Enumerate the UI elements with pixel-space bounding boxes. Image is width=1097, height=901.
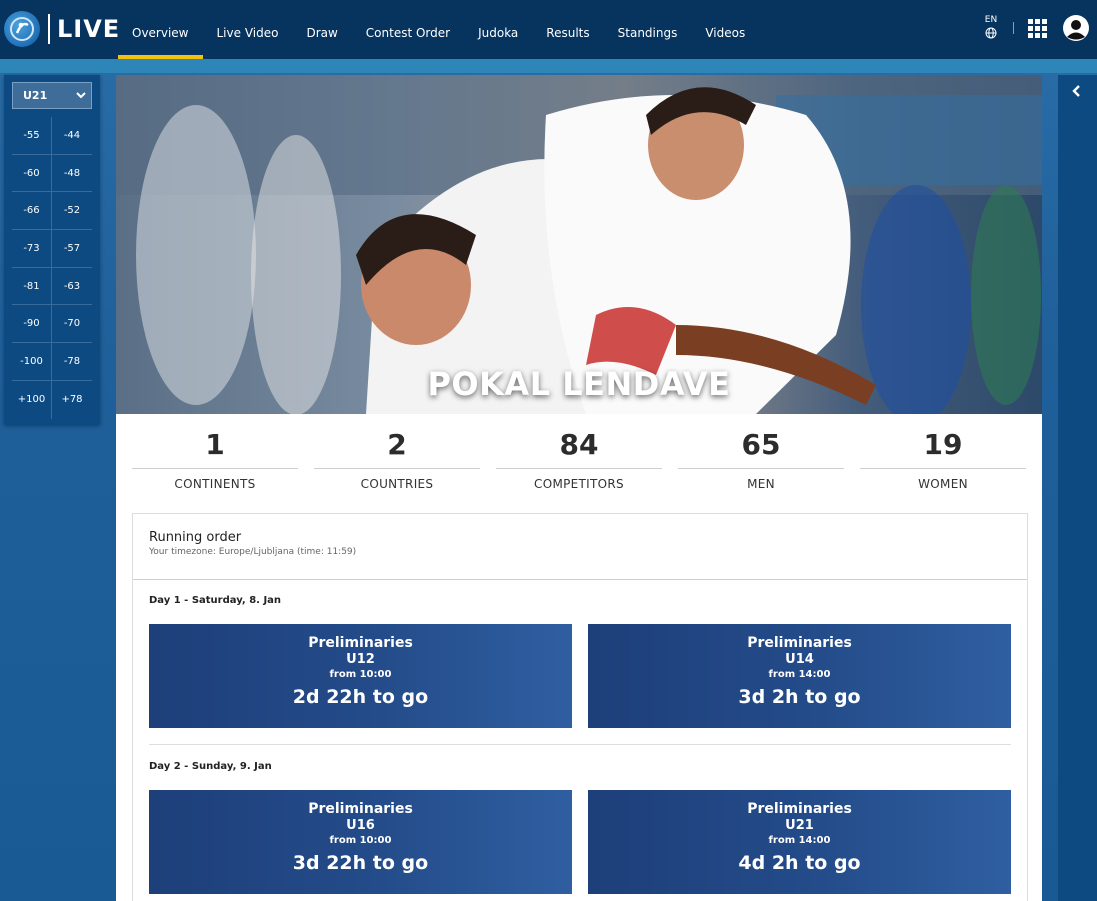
right-side-panel [1058,75,1097,901]
stat-label: MEN [747,477,775,491]
weight-men[interactable]: -55 [12,117,52,155]
stat-value: 65 [678,427,844,469]
session-phase: Preliminaries [308,801,413,817]
session-tile[interactable]: Preliminaries U16 from 10:00 3d 22h to g… [149,790,572,894]
session-start: from 14:00 [768,669,831,680]
chevron-down-icon [76,92,86,99]
weight-women[interactable]: -57 [52,230,92,268]
weight-women[interactable]: -78 [52,343,92,381]
weight-row: -100 -78 [12,343,92,381]
day-divider [149,744,1011,745]
session-start: from 10:00 [329,669,392,680]
weight-men[interactable]: -100 [12,343,52,381]
weight-men[interactable]: +100 [12,380,52,419]
weight-row: +100 +78 [12,380,92,419]
session-phase: Preliminaries [747,635,852,651]
event-title: POKAL LENDAVE [427,365,731,403]
day-title: Day 2 - Sunday, 9. Jan [149,761,272,772]
nav-contest-order[interactable]: Contest Order [352,0,464,59]
nav-videos[interactable]: Videos [691,0,759,59]
running-order-header: Running order Your timezone: Europe/Ljub… [133,514,1027,580]
logo[interactable]: LIVE [4,10,120,48]
stat-value: 2 [314,427,480,469]
weight-men[interactable]: -73 [12,230,52,268]
stat-label: COUNTRIES [360,477,434,491]
weight-row: -73 -57 [12,230,92,268]
stat-countries: 2 COUNTRIES [314,427,480,497]
chevron-left-icon[interactable] [1072,85,1082,97]
weight-men[interactable]: -60 [12,154,52,193]
nav-results[interactable]: Results [532,0,603,59]
session-category: U16 [346,818,375,833]
running-order-card: Running order Your timezone: Europe/Ljub… [132,513,1028,901]
age-group-select[interactable]: U21 [12,82,92,109]
stat-value: 19 [860,427,1026,469]
weight-men[interactable]: -90 [12,305,52,344]
weight-grid: -55 -44 -60 -48 -66 -52 -73 -57 -81 -63 … [12,117,92,419]
weight-row: -90 -70 [12,305,92,344]
header-accent-strip [0,59,1097,73]
logo-divider [48,14,50,44]
stat-men: 65 MEN [678,427,844,497]
stat-value: 1 [132,427,298,469]
globe-icon [985,27,997,39]
weight-women[interactable]: -48 [52,155,92,193]
logo-text: LIVE [57,15,121,43]
session-phase: Preliminaries [308,635,413,651]
event-overview: POKAL LENDAVE 1 CONTINENTS 2 COUNTRIES 8… [116,75,1042,901]
age-group-value: U21 [23,89,48,102]
weight-women[interactable]: -63 [52,268,92,306]
weight-women[interactable]: -52 [52,192,92,231]
main-nav: Overview Live Video Draw Contest Order J… [118,0,759,59]
weight-category-panel: U21 -55 -44 -60 -48 -66 -52 -73 -57 -81 … [4,75,100,425]
language-code: EN [984,15,998,25]
stats-row: 1 CONTINENTS 2 COUNTRIES 84 COMPETITORS … [132,427,1026,497]
apps-grid-icon[interactable] [1028,19,1047,38]
session-category: U12 [346,652,375,667]
stat-value: 84 [496,427,662,469]
session-phase: Preliminaries [747,801,852,817]
weight-row: -66 -52 [12,192,92,231]
session-tile[interactable]: Preliminaries U12 from 10:00 2d 22h to g… [149,624,572,728]
stat-continents: 1 CONTINENTS [132,427,298,497]
running-order-title: Running order [149,530,242,545]
header-divider [1013,22,1014,34]
session-tile[interactable]: Preliminaries U21 from 14:00 4d 2h to go [588,790,1011,894]
nav-overview[interactable]: Overview [118,0,203,59]
session-tile[interactable]: Preliminaries U14 from 14:00 3d 2h to go [588,624,1011,728]
session-countdown: 3d 2h to go [738,686,861,708]
weight-women[interactable]: +78 [52,381,92,419]
session-countdown: 3d 22h to go [292,852,429,874]
session-countdown: 2d 22h to go [292,686,429,708]
stat-label: CONTINENTS [174,477,256,491]
weight-row: -55 -44 [12,117,92,155]
hero-image: POKAL LENDAVE [116,75,1042,414]
weight-women[interactable]: -44 [52,117,92,155]
weight-row: -60 -48 [12,154,92,193]
user-avatar-icon[interactable] [1062,14,1090,42]
session-start: from 10:00 [329,835,392,846]
weight-men[interactable]: -66 [12,192,52,231]
session-category: U21 [785,818,814,833]
day-title: Day 1 - Saturday, 8. Jan [149,595,282,606]
session-category: U14 [785,652,814,667]
weight-row: -81 -63 [12,267,92,306]
nav-draw[interactable]: Draw [292,0,351,59]
session-start: from 14:00 [768,835,831,846]
weight-men[interactable]: -81 [12,267,52,306]
top-navbar: LIVE Overview Live Video Draw Contest Or… [0,0,1097,59]
weight-women[interactable]: -70 [52,305,92,344]
timezone-note: Your timezone: Europe/Ljubljana (time: 1… [149,547,357,557]
nav-live-video[interactable]: Live Video [203,0,293,59]
session-countdown: 4d 2h to go [738,852,861,874]
stat-label: COMPETITORS [534,477,624,491]
stat-label: WOMEN [918,477,968,491]
nav-standings[interactable]: Standings [604,0,692,59]
hero-photo-illustration [116,75,1042,414]
language-selector[interactable]: EN [980,14,1002,39]
nav-judoka[interactable]: Judoka [464,0,532,59]
judo-logo-icon [4,11,40,47]
stat-competitors: 84 COMPETITORS [496,427,662,497]
stat-women: 19 WOMEN [860,427,1026,497]
